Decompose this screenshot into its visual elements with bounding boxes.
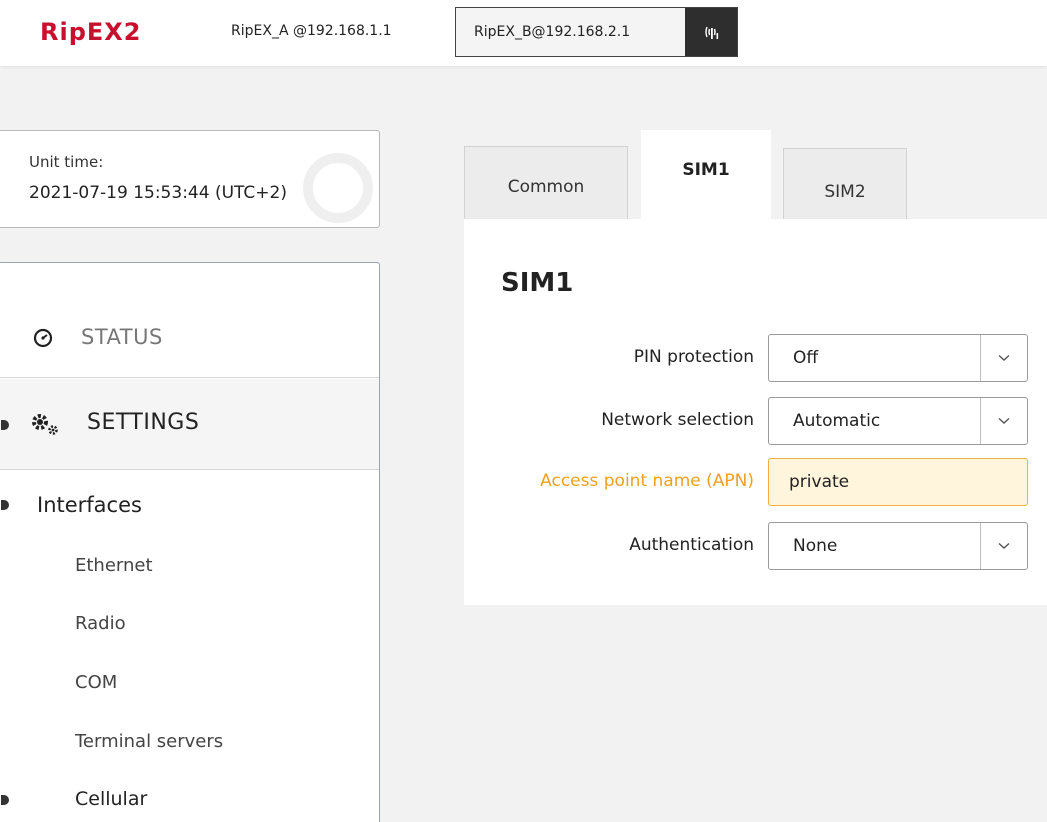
active-bullet-icon [1, 420, 9, 430]
sim1-panel: SIM1 PIN protection Off Network selectio… [464, 219, 1047, 605]
apn-label: Access point name (APN) [540, 471, 754, 491]
apn-input[interactable]: private [768, 458, 1028, 506]
unit-a-link[interactable]: RipEX_A @192.168.1.1 [231, 23, 392, 39]
chevron-down-icon[interactable] [980, 398, 1027, 444]
ripex-logo: RipEX2 [40, 18, 142, 46]
nav-settings[interactable]: SETTINGS [0, 379, 379, 470]
chevron-down-icon[interactable] [980, 523, 1027, 569]
tab-common-label: Common [507, 177, 585, 197]
nav-item-terminal-servers[interactable]: Terminal servers [75, 731, 223, 752]
gauge-icon [33, 328, 53, 352]
unit-time-label: Unit time: [29, 153, 104, 171]
tab-sim1-label: SIM1 [682, 160, 730, 180]
interfaces-bullet-icon [1, 500, 9, 510]
nav-item-radio[interactable]: Radio [75, 613, 126, 634]
unit-time-box: Unit time: 2021-07-19 15:53:44 (UTC+2) [0, 130, 380, 228]
nav-item-com[interactable]: COM [75, 672, 117, 693]
authentication-label: Authentication [629, 535, 754, 555]
radio-signal-icon[interactable] [685, 8, 737, 56]
sidebar-nav: STATUS SETTINGS Interfaces Ethernet Radi… [0, 262, 380, 822]
nav-cellular-label: Cellular [75, 788, 148, 810]
cellular-bullet-icon [1, 795, 9, 805]
gears-icon [29, 411, 63, 441]
network-selection-label: Network selection [601, 410, 754, 430]
tab-sim1[interactable]: SIM1 [641, 130, 771, 220]
nav-settings-label: SETTINGS [87, 410, 200, 435]
nav-item-cellular[interactable]: Cellular [0, 785, 379, 819]
nav-item-ethernet[interactable]: Ethernet [75, 555, 153, 576]
authentication-value: None [793, 536, 838, 556]
nav-interfaces[interactable]: Interfaces [0, 488, 379, 528]
network-selection-select[interactable]: Automatic [768, 397, 1028, 445]
nav-interfaces-label: Interfaces [37, 493, 142, 517]
panel-title: SIM1 [501, 268, 574, 298]
authentication-select[interactable]: None [768, 522, 1028, 570]
pin-protection-select[interactable]: Off [768, 334, 1028, 382]
tab-sim2-label: SIM2 [824, 182, 866, 202]
network-selection-value: Automatic [793, 411, 881, 431]
clock-watermark-icon [303, 153, 373, 223]
tab-sim2[interactable]: SIM2 [783, 148, 907, 230]
unit-b-button[interactable]: RipEX_B@192.168.2.1 [455, 7, 738, 57]
chevron-down-icon[interactable] [980, 335, 1027, 381]
nav-status[interactable]: STATUS [0, 263, 379, 378]
unit-time-value: 2021-07-19 15:53:44 (UTC+2) [29, 183, 287, 203]
apn-value: private [789, 472, 850, 492]
pin-protection-label: PIN protection [633, 347, 754, 367]
pin-protection-value: Off [793, 348, 819, 368]
unit-b-label: RipEX_B@192.168.2.1 [474, 24, 631, 40]
top-bar: RipEX2 RipEX_A @192.168.1.1 RipEX_B@192.… [0, 0, 1047, 66]
nav-status-label: STATUS [81, 325, 163, 349]
tab-common[interactable]: Common [464, 146, 628, 228]
